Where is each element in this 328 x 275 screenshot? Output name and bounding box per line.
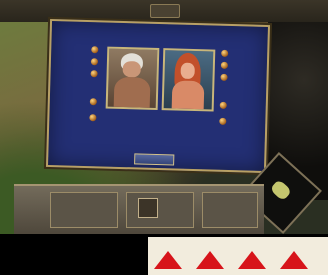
right-stat-icon-4[interactable] [219,101,227,109]
hero-face [180,62,195,80]
magazine-paper [148,237,328,275]
arrow-up-icon [154,251,182,269]
hero-trade-dialog [45,18,271,174]
hero-portrait-right[interactable] [161,48,216,112]
hud-panel-center[interactable] [126,192,194,228]
left-stat-label-2 [55,57,83,65]
magazine-page-strip [0,234,328,275]
right-stat-icon-5[interactable] [219,117,227,125]
right-stat-icon-2[interactable] [220,61,228,69]
arrow-up-icon [238,251,266,269]
left-stat-icon-3[interactable] [90,70,98,78]
right-stat-icon-1[interactable] [221,49,229,57]
game-screenshot [0,0,328,275]
bottom-hud [14,184,264,236]
right-stat-label-5 [231,118,259,126]
left-stat-icon-2[interactable] [90,58,99,66]
left-stat-icon-4[interactable] [89,98,97,106]
hero-body [171,80,205,112]
left-stat-label-1 [55,45,83,53]
right-stat-label-1 [233,50,261,58]
arrow-up-icon [280,251,308,269]
right-stat-label-2 [233,62,261,70]
left-stat-icon-5[interactable] [89,114,97,122]
dialog-description [105,111,210,138]
right-stat-icon-3[interactable] [220,73,228,81]
left-stat-label-4 [54,97,82,105]
dialog-title [86,28,234,40]
left-stat-label-3 [55,69,83,77]
hud-portrait-slot[interactable] [138,198,158,218]
hero-portrait-left[interactable] [105,46,160,110]
right-stat-label-4 [232,102,260,110]
hero-face [122,61,141,78]
left-stat-icon-1[interactable] [91,46,99,54]
hud-panel-right[interactable] [202,192,258,228]
status-glyph-icon [150,4,180,18]
arrow-up-icon [196,251,224,269]
hud-panel-left[interactable] [50,192,118,228]
minimap-land [269,178,293,202]
left-stat-label-5 [53,113,81,121]
ok-button[interactable] [134,153,175,166]
hero-body [113,76,151,110]
right-stat-label-3 [232,74,260,82]
